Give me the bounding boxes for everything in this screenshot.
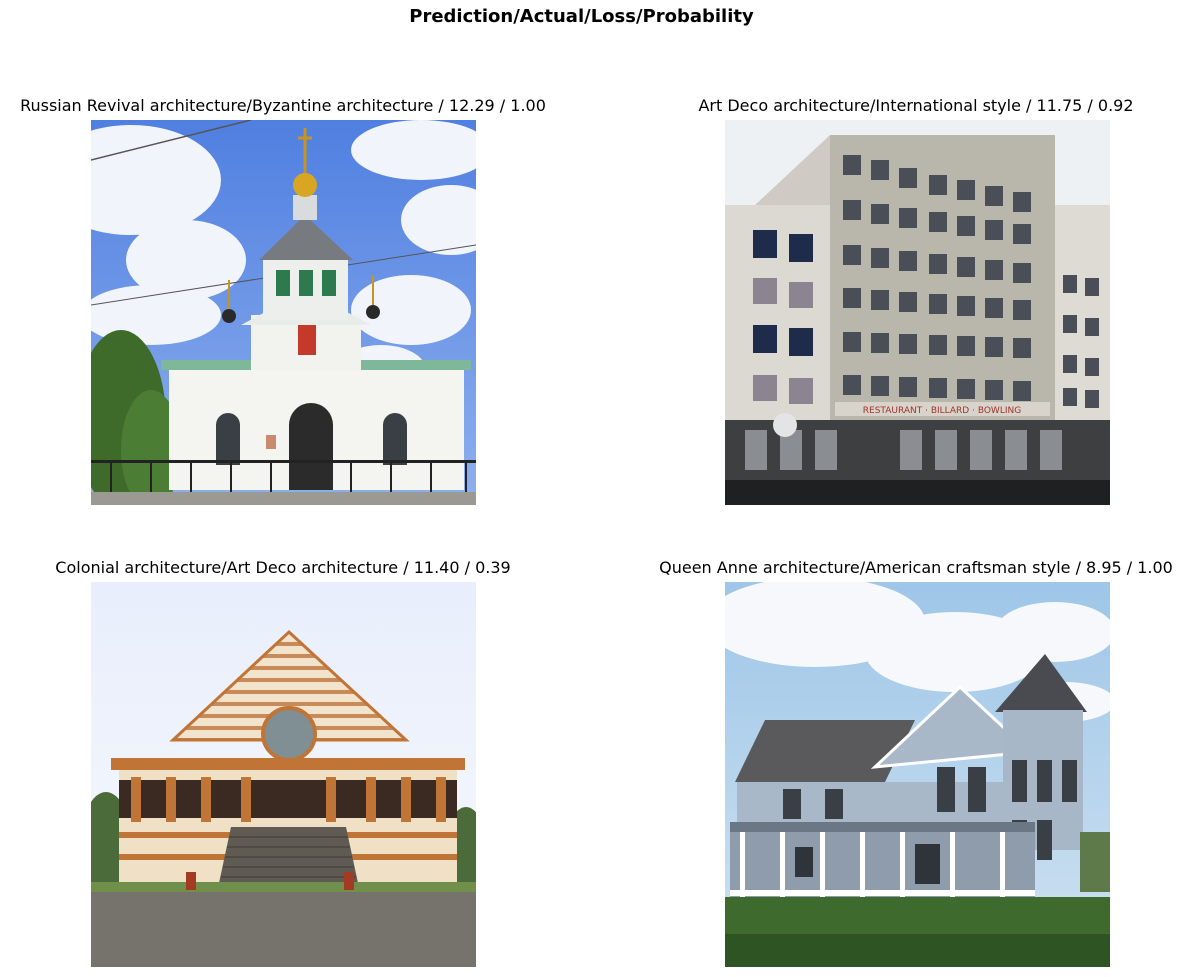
panel-3-title: Colonial architecture/Art Deco architect… <box>55 558 511 577</box>
restaurant-sign: RESTAURANT · BILLARD · BOWLING <box>863 406 1021 416</box>
figure-title: Prediction/Actual/Loss/Probability <box>409 6 754 27</box>
office-building-photo: RESTAURANT · BILLARD · BOWLING <box>725 120 1110 505</box>
queen-anne-house-photo <box>725 582 1110 967</box>
panel-4-image <box>725 582 1110 967</box>
panel-2-title: Art Deco architecture/International styl… <box>698 96 1134 115</box>
panel-1-title: Russian Revival architecture/Byzantine a… <box>20 96 546 115</box>
panel-1-image <box>91 120 476 505</box>
colonial-building-photo <box>91 582 476 967</box>
panel-4-title: Queen Anne architecture/American craftsm… <box>659 558 1173 577</box>
russian-church-photo <box>91 120 476 505</box>
panel-3-image <box>91 582 476 967</box>
panel-2-image: RESTAURANT · BILLARD · BOWLING <box>725 120 1110 505</box>
